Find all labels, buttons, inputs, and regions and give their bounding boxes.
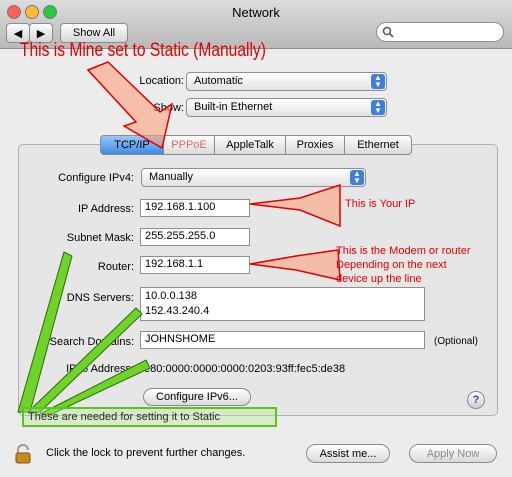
router-annotation-arrow [249, 249, 341, 281]
annotation-router-line-2: Depending on the next [336, 259, 447, 271]
annotation-arrows [17, 61, 341, 415]
annotation-top-text: This is Mine set to Static (Manually) [20, 40, 266, 61]
annotation-bottom-box: These are needed for setting it to Stati… [22, 407, 277, 427]
annotation-router-line-3: device up the line [336, 273, 422, 285]
annotation-bottom-text: These are needed for setting it to Stati… [28, 411, 221, 423]
top-annotation-arrow [86, 61, 174, 150]
annotation-router-line-1: This is the Modem or router [336, 245, 471, 257]
ip-annotation-arrow [249, 183, 341, 228]
annotation-router-text: This is the Modem or router Depending on… [336, 244, 471, 286]
annotation-ip-text: This is Your IP [345, 198, 416, 210]
